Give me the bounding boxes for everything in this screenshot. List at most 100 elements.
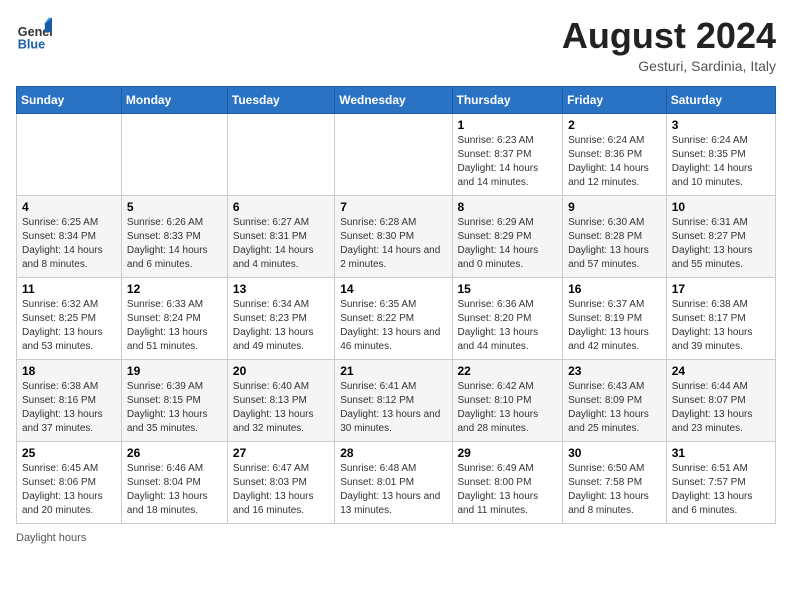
day-info: Sunrise: 6:45 AMSunset: 8:06 PMDaylight:… [22, 462, 116, 518]
day-number: 26 [127, 446, 222, 460]
day-number: 5 [127, 200, 222, 214]
day-info: Sunrise: 6:50 AMSunset: 7:58 PMDaylight:… [568, 462, 661, 518]
day-number: 28 [340, 446, 446, 460]
day-number: 2 [568, 118, 661, 132]
day-number: 25 [22, 446, 116, 460]
day-number: 1 [458, 118, 558, 132]
day-number: 20 [233, 364, 329, 378]
day-number: 6 [233, 200, 329, 214]
day-info: Sunrise: 6:24 AMSunset: 8:35 PMDaylight:… [672, 134, 770, 190]
calendar-cell: 17 Sunrise: 6:38 AMSunset: 8:17 PMDayligh… [666, 277, 775, 359]
calendar-cell: 31 Sunrise: 6:51 AMSunset: 7:57 PMDayligh… [666, 441, 775, 523]
calendar-cell: 15Sunrise: 6:36 AMSunset: 8:20 PMDayligh… [452, 277, 563, 359]
day-info: Sunrise: 6:35 AMSunset: 8:22 PMDaylight:… [340, 298, 446, 354]
calendar-week-5: 25 Sunrise: 6:45 AMSunset: 8:06 PMDayligh… [17, 441, 776, 523]
svg-text:Blue: Blue [18, 37, 45, 51]
weekday-header-tuesday: Tuesday [227, 86, 334, 113]
day-number: 24 [672, 364, 770, 378]
calendar-cell: 22 Sunrise: 6:42 AMSunset: 8:10 PMDayligh… [452, 359, 563, 441]
day-number: 13 [233, 282, 329, 296]
calendar-cell: 10Sunrise: 6:31 AMSunset: 8:27 PMDayligh… [666, 195, 775, 277]
day-info: Sunrise: 6:26 AMSunset: 8:33 PMDaylight:… [127, 216, 222, 272]
day-info: Sunrise: 6:42 AMSunset: 8:10 PMDaylight:… [458, 380, 558, 436]
title-block: August 2024 Gesturi, Sardinia, Italy [562, 16, 776, 74]
day-info: Sunrise: 6:38 AMSunset: 8:16 PMDaylight:… [22, 380, 116, 436]
day-number: 30 [568, 446, 661, 460]
calendar-cell: 9 Sunrise: 6:30 AMSunset: 8:28 PMDaylight… [563, 195, 667, 277]
day-info: Sunrise: 6:30 AMSunset: 8:28 PMDaylight:… [568, 216, 661, 272]
day-info: Sunrise: 6:24 AMSunset: 8:36 PMDaylight:… [568, 134, 661, 190]
calendar-footer: Daylight hours [16, 532, 776, 544]
day-info: Sunrise: 6:47 AMSunset: 8:03 PMDaylight:… [233, 462, 329, 518]
day-info: Sunrise: 6:23 AMSunset: 8:37 PMDaylight:… [458, 134, 558, 190]
calendar-cell: 28 Sunrise: 6:48 AMSunset: 8:01 PMDayligh… [335, 441, 452, 523]
day-info: Sunrise: 6:25 AMSunset: 8:34 PMDaylight:… [22, 216, 116, 272]
calendar-cell: 29Sunrise: 6:49 AMSunset: 8:00 PMDayligh… [452, 441, 563, 523]
day-number: 4 [22, 200, 116, 214]
day-info: Sunrise: 6:34 AMSunset: 8:23 PMDaylight:… [233, 298, 329, 354]
calendar-cell: 11 Sunrise: 6:32 AMSunset: 8:25 PMDayligh… [17, 277, 122, 359]
calendar-cell: 5 Sunrise: 6:26 AMSunset: 8:33 PMDaylight… [121, 195, 227, 277]
calendar-cell: 1 Sunrise: 6:23 AMSunset: 8:37 PMDaylight… [452, 113, 563, 195]
day-number: 12 [127, 282, 222, 296]
weekday-header-sunday: Sunday [17, 86, 122, 113]
day-number: 21 [340, 364, 446, 378]
day-info: Sunrise: 6:40 AMSunset: 8:13 PMDaylight:… [233, 380, 329, 436]
calendar-table: SundayMondayTuesdayWednesdayThursdayFrid… [16, 86, 776, 524]
day-number: 17 [672, 282, 770, 296]
calendar-week-2: 4 Sunrise: 6:25 AMSunset: 8:34 PMDaylight… [17, 195, 776, 277]
day-number: 14 [340, 282, 446, 296]
weekday-header-wednesday: Wednesday [335, 86, 452, 113]
calendar-cell: 18 Sunrise: 6:38 AMSunset: 8:16 PMDayligh… [17, 359, 122, 441]
day-info: Sunrise: 6:32 AMSunset: 8:25 PMDaylight:… [22, 298, 116, 354]
day-number: 18 [22, 364, 116, 378]
calendar-cell: 7Sunrise: 6:28 AMSunset: 8:30 PMDaylight… [335, 195, 452, 277]
calendar-cell: 19 Sunrise: 6:39 AMSunset: 8:15 PMDayligh… [121, 359, 227, 441]
daylight-hours-label: Daylight hours [16, 532, 86, 544]
day-info: Sunrise: 6:38 AMSunset: 8:17 PMDaylight:… [672, 298, 770, 354]
day-number: 19 [127, 364, 222, 378]
calendar-week-3: 11 Sunrise: 6:32 AMSunset: 8:25 PMDayligh… [17, 277, 776, 359]
day-number: 3 [672, 118, 770, 132]
calendar-cell: 24 Sunrise: 6:44 AMSunset: 8:07 PMDayligh… [666, 359, 775, 441]
calendar-cell [17, 113, 122, 195]
calendar-week-4: 18 Sunrise: 6:38 AMSunset: 8:16 PMDayligh… [17, 359, 776, 441]
calendar-cell: 8Sunrise: 6:29 AMSunset: 8:29 PMDaylight… [452, 195, 563, 277]
day-info: Sunrise: 6:48 AMSunset: 8:01 PMDaylight:… [340, 462, 446, 518]
day-number: 11 [22, 282, 116, 296]
calendar-header: SundayMondayTuesdayWednesdayThursdayFrid… [17, 86, 776, 113]
weekday-header-friday: Friday [563, 86, 667, 113]
day-number: 9 [568, 200, 661, 214]
calendar-cell: 16Sunrise: 6:37 AMSunset: 8:19 PMDayligh… [563, 277, 667, 359]
day-number: 22 [458, 364, 558, 378]
day-number: 29 [458, 446, 558, 460]
day-number: 23 [568, 364, 661, 378]
day-number: 7 [340, 200, 446, 214]
calendar-cell [335, 113, 452, 195]
day-info: Sunrise: 6:27 AMSunset: 8:31 PMDaylight:… [233, 216, 329, 272]
calendar-cell: 25 Sunrise: 6:45 AMSunset: 8:06 PMDayligh… [17, 441, 122, 523]
day-info: Sunrise: 6:46 AMSunset: 8:04 PMDaylight:… [127, 462, 222, 518]
calendar-cell: 26 Sunrise: 6:46 AMSunset: 8:04 PMDayligh… [121, 441, 227, 523]
calendar-cell [227, 113, 334, 195]
weekday-header-monday: Monday [121, 86, 227, 113]
day-number: 31 [672, 446, 770, 460]
calendar-cell: 27 Sunrise: 6:47 AMSunset: 8:03 PMDayligh… [227, 441, 334, 523]
calendar-cell: 21Sunrise: 6:41 AMSunset: 8:12 PMDayligh… [335, 359, 452, 441]
day-info: Sunrise: 6:37 AMSunset: 8:19 PMDaylight:… [568, 298, 661, 354]
day-info: Sunrise: 6:43 AMSunset: 8:09 PMDaylight:… [568, 380, 661, 436]
day-number: 15 [458, 282, 558, 296]
day-info: Sunrise: 6:51 AMSunset: 7:57 PMDaylight:… [672, 462, 770, 518]
logo: General Blue [16, 16, 56, 52]
calendar-cell: 30 Sunrise: 6:50 AMSunset: 7:58 PMDayligh… [563, 441, 667, 523]
day-number: 10 [672, 200, 770, 214]
calendar-cell: 13 Sunrise: 6:34 AMSunset: 8:23 PMDayligh… [227, 277, 334, 359]
day-info: Sunrise: 6:39 AMSunset: 8:15 PMDaylight:… [127, 380, 222, 436]
location-subtitle: Gesturi, Sardinia, Italy [562, 58, 776, 74]
calendar-body: 1 Sunrise: 6:23 AMSunset: 8:37 PMDaylight… [17, 113, 776, 523]
day-info: Sunrise: 6:44 AMSunset: 8:07 PMDaylight:… [672, 380, 770, 436]
day-info: Sunrise: 6:33 AMSunset: 8:24 PMDaylight:… [127, 298, 222, 354]
month-year-title: August 2024 [562, 16, 776, 56]
day-number: 27 [233, 446, 329, 460]
calendar-cell [121, 113, 227, 195]
